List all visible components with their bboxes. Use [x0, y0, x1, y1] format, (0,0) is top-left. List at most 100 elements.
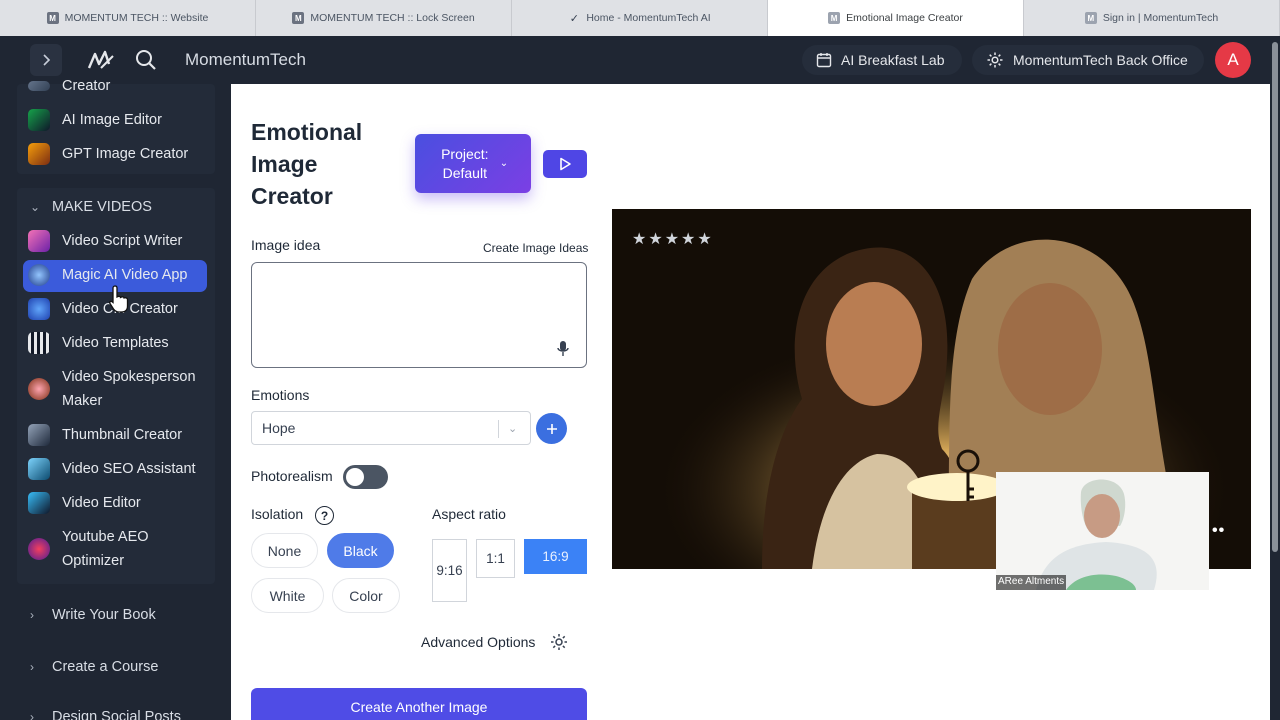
photorealism-label: Photorealism: [251, 468, 333, 484]
favicon-icon: ✓: [569, 12, 579, 25]
star-icon[interactable]: ★: [648, 229, 662, 249]
favicon-icon: M: [292, 12, 305, 24]
star-icon[interactable]: ★: [697, 229, 711, 249]
sidebar-item-label: Creator: [62, 78, 111, 94]
chevron-right-icon: ›: [30, 608, 34, 622]
magic-video-icon: [28, 264, 50, 286]
tab-title: MOMENTUM TECH :: Lock Screen: [310, 12, 475, 24]
hand-cursor-icon: [109, 285, 129, 313]
sidebar-item-label: Magic AI Video App: [62, 267, 188, 283]
sidebar-item-creator[interactable]: Creator: [28, 74, 110, 98]
tab-title: Emotional Image Creator: [846, 12, 963, 24]
select-divider: [498, 420, 499, 438]
plus-icon: [546, 423, 557, 434]
more-options-icon[interactable]: ••: [1212, 522, 1225, 540]
sidebar-item-video-templates[interactable]: Video Templates: [28, 331, 169, 355]
play-button[interactable]: [543, 150, 587, 178]
create-image-ideas-link[interactable]: Create Image Ideas: [483, 241, 588, 255]
thumbnail-icon: [28, 424, 50, 446]
rating-stars[interactable]: ★ ★ ★ ★ ★: [632, 229, 712, 249]
sidebar-item-label: Video Script Writer: [62, 233, 183, 249]
sidebar-item-label: Video Spokesperson Maker: [62, 369, 196, 409]
webcam-name-label: ARee Altments: [996, 575, 1067, 590]
section-label: MAKE VIDEOS: [52, 199, 152, 215]
gear-icon: [987, 52, 1003, 68]
photorealism-toggle[interactable]: [343, 465, 388, 489]
creator-icon: [28, 81, 50, 91]
star-icon[interactable]: ★: [665, 229, 679, 249]
aspect-1-1-button[interactable]: 1:1: [476, 539, 515, 578]
browser-tab-lock-screen[interactable]: M MOMENTUM TECH :: Lock Screen: [256, 0, 512, 36]
section-label: Create a Course: [52, 659, 159, 675]
sidebar-item-label: Youtube AEO Optimizer: [62, 529, 149, 569]
calendar-icon: [816, 53, 832, 68]
sidebar-section-create-a-course[interactable]: › Create a Course: [30, 656, 158, 678]
chevron-down-icon: ⌄: [499, 158, 509, 169]
ai-breakfast-lab-button[interactable]: AI Breakfast Lab: [802, 45, 962, 75]
sidebar-item-gpt-image-creator[interactable]: GPT Image Creator: [28, 142, 188, 166]
sidebar-item-label: Video Editor: [62, 495, 141, 511]
browser-tab-website[interactable]: M MOMENTUM TECH :: Website: [0, 0, 256, 36]
browser-tab-sign-in[interactable]: M Sign in | MomentumTech: [1024, 0, 1280, 36]
gear-icon: [551, 634, 568, 650]
sidebar-section-write-your-book[interactable]: › Write Your Book: [30, 604, 156, 626]
isolation-none-button[interactable]: None: [251, 533, 318, 568]
expand-sidebar-button[interactable]: [30, 44, 62, 76]
chevron-right-icon: [43, 54, 51, 66]
clapperboard-icon: [28, 332, 50, 354]
back-office-button[interactable]: MomentumTech Back Office: [972, 45, 1204, 75]
tab-title: Sign in | MomentumTech: [1102, 12, 1219, 24]
favicon-icon: M: [46, 12, 59, 24]
sidebar-item-label: Video SEO Assistant: [62, 461, 196, 477]
favicon-icon: M: [1084, 12, 1097, 24]
image-editor-icon: [28, 109, 50, 131]
advanced-options-button[interactable]: Advanced Options: [421, 632, 569, 652]
aspect-16-9-button[interactable]: 16:9: [524, 539, 587, 574]
browser-tab-emotional-image-creator[interactable]: M Emotional Image Creator: [768, 0, 1024, 36]
emotions-select[interactable]: Hope ⌄: [251, 411, 531, 445]
sidebar-item-video-seo-assistant[interactable]: Video SEO Assistant: [28, 457, 196, 481]
chevron-down-icon: ⌄: [508, 422, 518, 435]
brand-name[interactable]: MomentumTech: [185, 50, 306, 70]
momentumtech-logo-icon[interactable]: [86, 48, 116, 72]
browser-tab-home[interactable]: ✓ Home - MomentumTech AI: [512, 0, 768, 36]
image-idea-input[interactable]: [251, 262, 587, 368]
section-label: Design Social Posts: [52, 709, 181, 720]
aspect-9-16-button[interactable]: 9:16: [432, 539, 467, 602]
sidebar-item-video-editor[interactable]: Video Editor: [28, 491, 141, 515]
gpt-image-icon: [28, 143, 50, 165]
star-icon[interactable]: ★: [632, 229, 646, 249]
webcam-person-image: [996, 472, 1209, 590]
sidebar-item-youtube-aeo-optimizer[interactable]: Youtube AEO Optimizer: [28, 525, 202, 573]
search-icon: [136, 50, 156, 70]
isolation-black-button[interactable]: Black: [327, 533, 394, 568]
add-emotion-button[interactable]: [536, 413, 567, 444]
project-selector-button[interactable]: Project: Default ⌄: [415, 134, 531, 193]
sidebar-item-thumbnail-creator[interactable]: Thumbnail Creator: [28, 423, 182, 447]
microphone-icon[interactable]: [556, 340, 570, 358]
page-scrollbar[interactable]: [1272, 42, 1278, 552]
app-header: MomentumTech AI Breakfast Lab MomentumTe…: [0, 36, 1270, 84]
isolation-color-button[interactable]: Color: [332, 578, 400, 613]
help-icon[interactable]: ?: [315, 506, 334, 525]
sidebar-item-label: Thumbnail Creator: [62, 427, 183, 443]
image-idea-label: Image idea: [251, 237, 321, 253]
star-icon[interactable]: ★: [681, 229, 695, 249]
user-avatar[interactable]: A: [1215, 42, 1251, 78]
sidebar-item-video-creator[interactable]: Video C... Creator: [28, 297, 178, 321]
search-button[interactable]: [132, 46, 160, 74]
sidebar-item-video-script-writer[interactable]: Video Script Writer: [28, 229, 182, 253]
chevron-right-icon: ›: [30, 710, 34, 720]
aspect-ratio-label: Aspect ratio: [432, 506, 506, 522]
toggle-knob: [346, 468, 364, 486]
sidebar-item-video-spokesperson-maker[interactable]: Video Spokesperson Maker: [28, 365, 202, 413]
sidebar-section-make-videos[interactable]: ⌄ MAKE VIDEOS: [30, 196, 152, 218]
isolation-white-button[interactable]: White: [251, 578, 324, 613]
browser-tab-strip: M MOMENTUM TECH :: Website M MOMENTUM TECH…: [0, 0, 1280, 36]
sidebar-section-design-social-posts[interactable]: › Design Social Posts: [30, 706, 181, 720]
create-another-image-button[interactable]: Create Another Image: [251, 688, 587, 720]
sidebar-item-ai-image-editor[interactable]: AI Image Editor: [28, 108, 162, 132]
favicon-icon: M: [828, 12, 841, 24]
emotions-label: Emotions: [251, 387, 310, 403]
script-writer-icon: [28, 230, 50, 252]
